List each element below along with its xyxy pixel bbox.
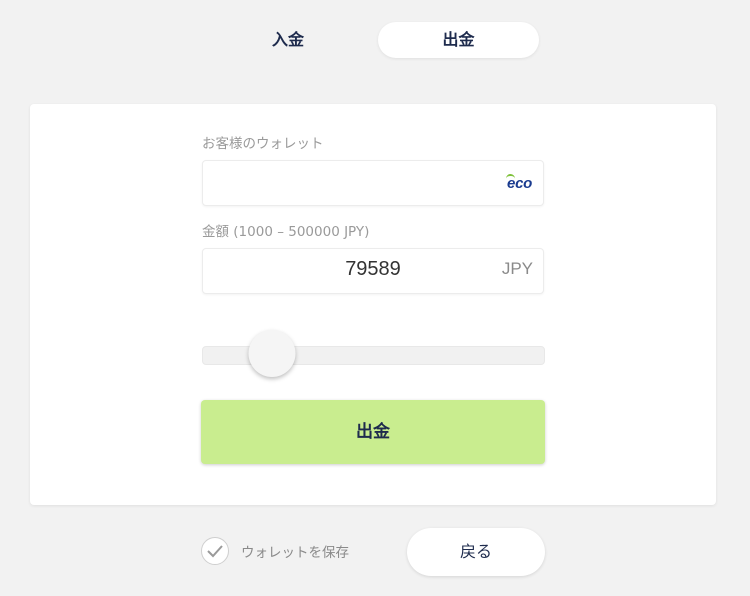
wallet-input[interactable]: eco: [202, 160, 544, 206]
amount-input[interactable]: 79589 JPY: [202, 248, 544, 294]
amount-slider[interactable]: [202, 330, 545, 377]
save-wallet-label: ウォレットを保存: [241, 545, 349, 561]
tab-withdraw[interactable]: 出金: [378, 22, 539, 58]
slider-handle[interactable]: [248, 330, 296, 377]
amount-label: 金額 (1000 – 500000 JPY): [202, 224, 370, 240]
eco-logo-icon: eco: [506, 174, 532, 192]
save-wallet-checkbox[interactable]: [201, 537, 229, 565]
tab-deposit[interactable]: 入金: [228, 22, 348, 58]
back-button[interactable]: 戻る: [407, 528, 545, 576]
save-wallet-row: ウォレットを保存: [201, 536, 349, 566]
withdraw-form-card: お客様のウォレット eco 金額 (1000 – 500000 JPY) 795…: [30, 104, 716, 505]
checkmark-icon: [207, 545, 223, 558]
currency-label: JPY: [501, 259, 533, 278]
wallet-label: お客様のウォレット: [202, 136, 324, 152]
amount-value[interactable]: 79589: [203, 258, 543, 281]
withdraw-submit-button[interactable]: 出金: [201, 400, 545, 464]
